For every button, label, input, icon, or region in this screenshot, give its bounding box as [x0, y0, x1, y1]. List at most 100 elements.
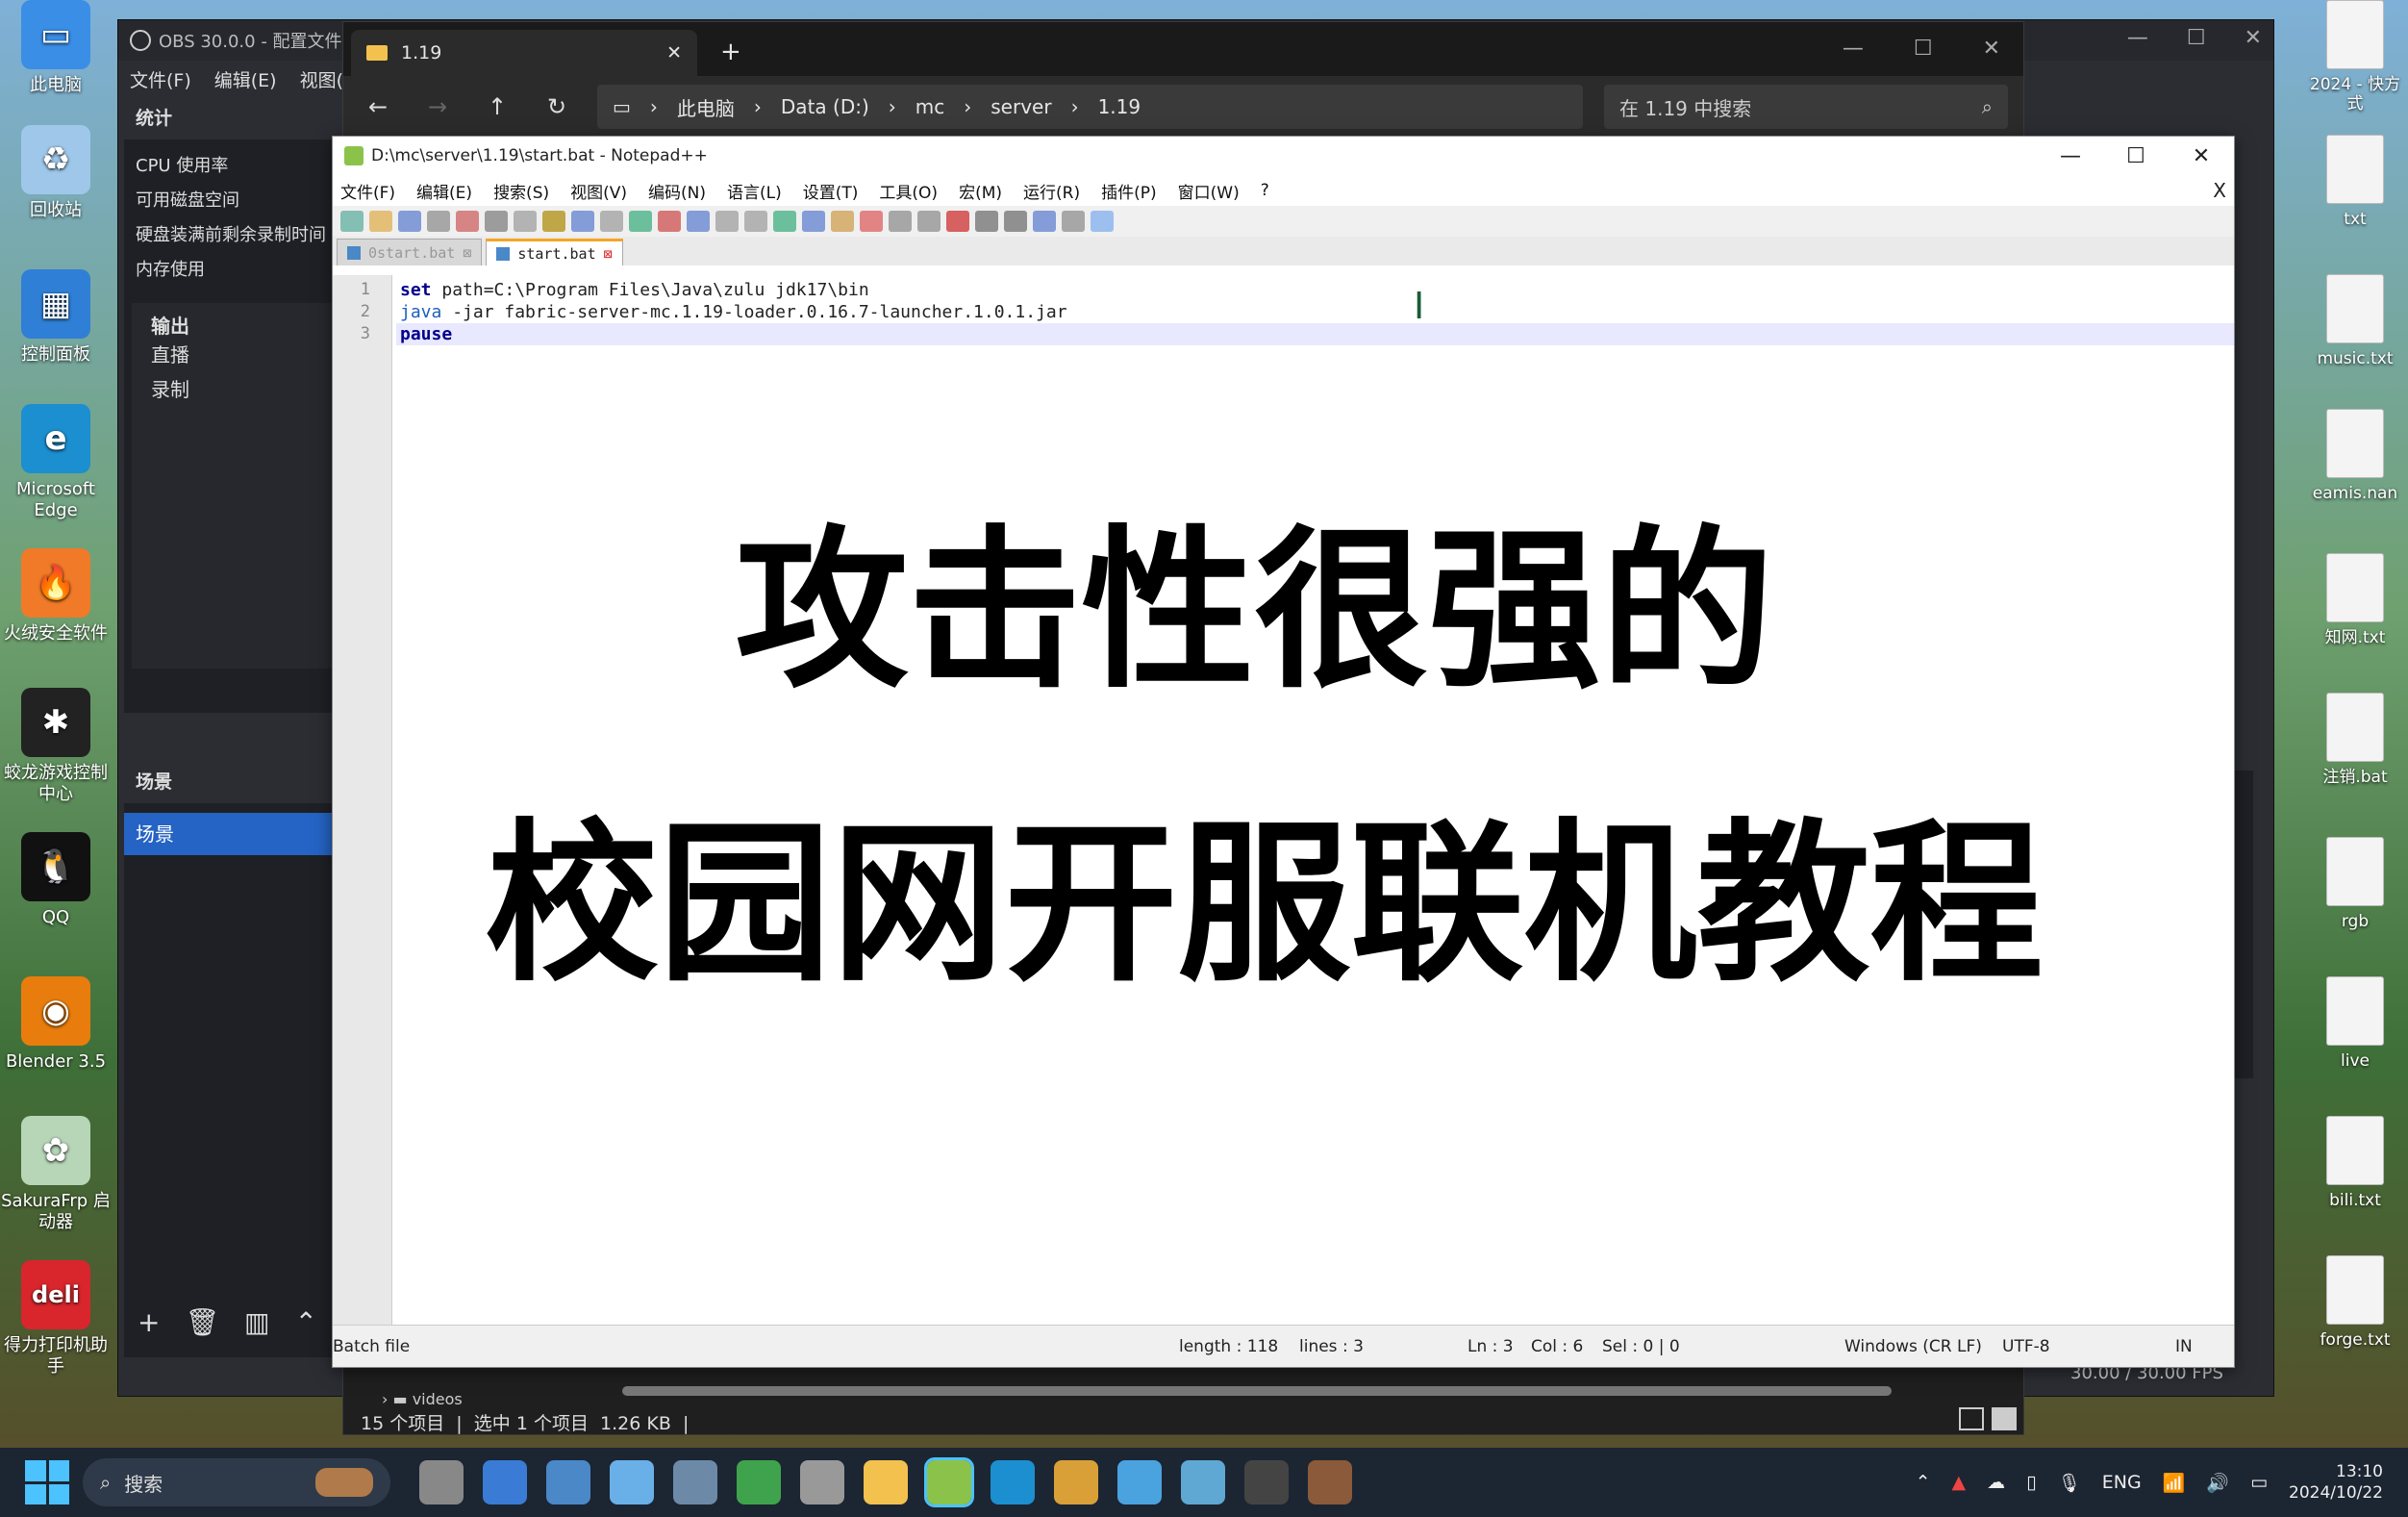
npp-menu-item[interactable]: 设置(T)	[803, 179, 859, 203]
toolbar-button-icon[interactable]	[975, 211, 998, 232]
npp-menu-item[interactable]: 编码(N)	[648, 179, 706, 203]
notepadpp-icon[interactable]	[924, 1457, 974, 1507]
explorer-search-input[interactable]: 在 1.19 中搜索 ⌕	[1604, 85, 2008, 129]
forward-button[interactable]: →	[418, 88, 457, 126]
npp-menu-item[interactable]: 语言(L)	[727, 179, 782, 203]
toolbar-button-icon[interactable]	[1062, 211, 1085, 232]
explorer-maximize-button[interactable]: ☐	[1914, 37, 1933, 61]
npp-menu-item[interactable]: 文件(F)	[340, 179, 395, 203]
desktop-shortcut[interactable]: ♻ 回收站	[0, 125, 112, 221]
npp-menu-item[interactable]: 插件(P)	[1101, 179, 1157, 203]
tray-app-icon[interactable]: ▲	[1952, 1472, 1967, 1493]
toolbar-button-icon[interactable]	[485, 211, 508, 232]
desktop-shortcut[interactable]: ▭ 此电脑	[0, 0, 112, 96]
tree-item-videos[interactable]: › ▬ videos	[382, 1390, 463, 1408]
remove-scene-button[interactable]: 🗑	[185, 1306, 219, 1338]
npp-menu-item[interactable]: 搜索(S)	[493, 179, 549, 203]
obs-menu-edit[interactable]: 编辑(E)	[214, 66, 277, 92]
obs-close-button[interactable]: ✕	[2245, 26, 2262, 50]
toolbar-button-icon[interactable]	[629, 211, 652, 232]
tab-close-icon[interactable]: ⊠	[463, 244, 471, 262]
explorer-close-button[interactable]: ✕	[1983, 37, 2000, 61]
npp-menu-item[interactable]: 工具(O)	[879, 179, 938, 203]
desktop-file[interactable]: rgb	[2302, 837, 2408, 931]
desktop-shortcut[interactable]: ◉ Blender 3.5	[0, 976, 112, 1073]
desktop-shortcut[interactable]: ▦ 控制面板	[0, 269, 112, 366]
toolbar-button-icon[interactable]	[658, 211, 681, 232]
tiles-view-icon[interactable]	[1992, 1407, 2017, 1430]
desktop-shortcut[interactable]: ✿ SakuraFrp 启动器	[0, 1116, 112, 1233]
desktop-file[interactable]: live	[2302, 976, 2408, 1071]
desktop-file[interactable]: forge.txt	[2302, 1255, 2408, 1350]
toolbar-button-icon[interactable]	[831, 211, 854, 232]
desktop-shortcut[interactable]: 🐧 QQ	[0, 832, 112, 928]
obs-maximize-button[interactable]: ☐	[2187, 26, 2206, 50]
onedrive-icon[interactable]: ☁	[1987, 1472, 2005, 1493]
taskbar-search-input[interactable]: ⌕ 搜索	[83, 1458, 390, 1506]
tab-close-icon[interactable]: ⊠	[604, 245, 613, 263]
add-scene-button[interactable]: +	[138, 1306, 160, 1338]
file-explorer-icon[interactable]	[864, 1460, 908, 1504]
volume-icon[interactable]: 🔊	[2206, 1472, 2229, 1494]
back-button[interactable]: ←	[359, 88, 397, 126]
desktop-file[interactable]: bili.txt	[2302, 1116, 2408, 1210]
toolbar-button-icon[interactable]	[946, 211, 969, 232]
npp-menu-item[interactable]: 宏(M)	[959, 179, 1002, 203]
obs-menu-file[interactable]: 文件(F)	[130, 66, 191, 92]
desktop-file[interactable]: 2024 - 快方式	[2302, 0, 2408, 114]
desktop-file[interactable]: txt	[2302, 135, 2408, 229]
edge-legacy-icon[interactable]	[483, 1460, 527, 1504]
settings-icon[interactable]	[673, 1460, 717, 1504]
npp-close-button[interactable]: ✕	[2169, 144, 2234, 168]
toolbar-button-icon[interactable]	[773, 211, 796, 232]
toolbar-button-icon[interactable]	[427, 211, 450, 232]
toolbar-button-icon[interactable]	[398, 211, 421, 232]
battery-icon[interactable]: ▭	[2250, 1472, 2268, 1493]
npp-minimize-button[interactable]: —	[2038, 144, 2103, 168]
clock[interactable]: 13:10 2024/10/22	[2289, 1461, 2383, 1504]
toolbar-button-icon[interactable]	[744, 211, 767, 232]
scene-up-button[interactable]: ⌃	[294, 1306, 316, 1338]
toolbar-button-icon[interactable]	[340, 211, 364, 232]
new-tab-button[interactable]: +	[720, 38, 741, 66]
breadcrumb[interactable]: ▭ › 此电脑 › Data (D:) › mc › server › 1.19	[597, 85, 1583, 129]
language-indicator[interactable]: ENG	[2102, 1472, 2142, 1493]
toolbar-button-icon[interactable]	[1004, 211, 1027, 232]
toolbar-button-icon[interactable]	[687, 211, 710, 232]
desktop-shortcut[interactable]: e Microsoft Edge	[0, 404, 112, 521]
toolbar-button-icon[interactable]	[889, 211, 912, 232]
scene-filters-button[interactable]: ▥	[244, 1306, 269, 1338]
media-icon[interactable]	[1054, 1460, 1098, 1504]
desktop-file[interactable]: 注销.bat	[2302, 693, 2408, 787]
minecraft-icon[interactable]	[737, 1460, 781, 1504]
toolbar-button-icon[interactable]	[369, 211, 392, 232]
explorer-minimize-button[interactable]: —	[1843, 37, 1864, 61]
toolbar-button-icon[interactable]	[917, 211, 941, 232]
tab-close-icon[interactable]: ✕	[666, 42, 682, 63]
crumb-drive[interactable]: Data (D:)	[781, 95, 869, 118]
edge-icon[interactable]	[991, 1460, 1035, 1504]
npp-menu-item[interactable]: 视图(V)	[570, 179, 627, 203]
robot-icon[interactable]	[800, 1460, 844, 1504]
toolbar-button-icon[interactable]	[600, 211, 623, 232]
task-view-icon[interactable]	[419, 1460, 464, 1504]
code-editor[interactable]: 1 2 3 set path=C:\Program Files\Java\zul…	[333, 275, 2234, 1325]
toolbar-button-icon[interactable]	[1033, 211, 1056, 232]
crumb-this-pc[interactable]: 此电脑	[677, 93, 735, 121]
toolbar-button-icon[interactable]	[860, 211, 883, 232]
desktop-file[interactable]: music.txt	[2302, 274, 2408, 368]
crumb-server[interactable]: server	[991, 95, 1051, 118]
desktop-shortcut[interactable]: deli 得力打印机助手	[0, 1260, 112, 1378]
desktop-shortcut[interactable]: ✱ 蛟龙游戏控制中心	[0, 688, 112, 805]
desktop-file[interactable]: 知网.txt	[2302, 553, 2408, 647]
toolbar-button-icon[interactable]	[542, 211, 565, 232]
notepad-icon[interactable]	[1117, 1460, 1162, 1504]
npp-menu-item[interactable]: 编辑(E)	[416, 179, 472, 203]
up-button[interactable]: ↑	[478, 88, 516, 126]
tray-chevron-icon[interactable]: ⌃	[1916, 1472, 1931, 1493]
toolbar-button-icon[interactable]	[456, 211, 479, 232]
desktop-shortcut[interactable]: 🔥 火绒安全软件	[0, 548, 112, 645]
details-view-icon[interactable]	[1959, 1407, 1984, 1430]
npp-menu-item[interactable]: ?	[1261, 181, 1269, 200]
photos-icon[interactable]	[610, 1460, 654, 1504]
